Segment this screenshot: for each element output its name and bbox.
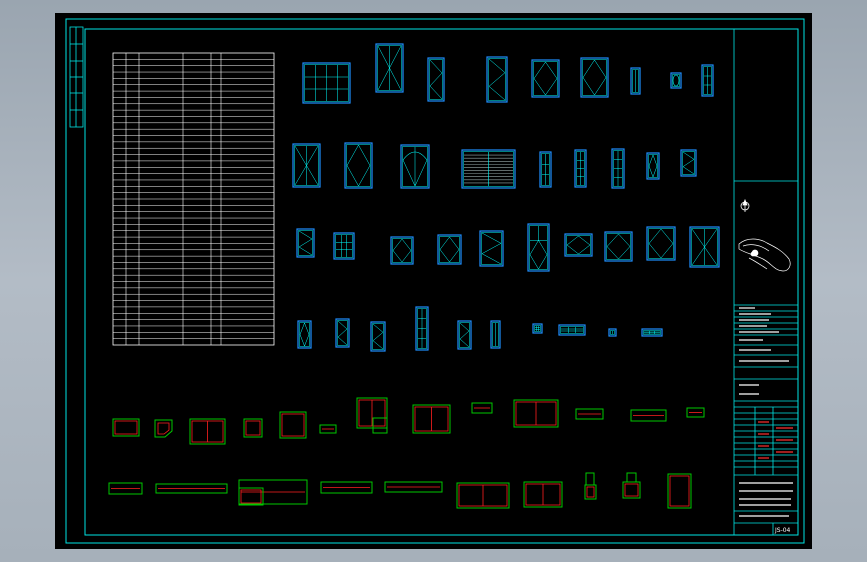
title-block-marks — [739, 307, 793, 517]
window-elevation — [531, 59, 560, 98]
window-plan — [513, 399, 559, 428]
window-elevation — [479, 230, 504, 267]
site-key-plan-icon — [738, 238, 791, 272]
window-elevation — [427, 57, 445, 102]
window-elevation — [604, 231, 633, 262]
window-elevation — [490, 320, 501, 349]
window-plan — [667, 473, 692, 509]
window-elevation — [558, 324, 586, 336]
window-elevation — [630, 67, 641, 95]
window-elevation — [486, 56, 508, 103]
window-elevation — [646, 226, 676, 261]
door-window-schedule — [112, 52, 275, 346]
window-plan — [575, 408, 604, 420]
window-elevation — [292, 143, 321, 188]
window-plan — [384, 481, 443, 493]
window-elevation — [680, 149, 697, 177]
window-plan — [238, 487, 264, 506]
window-elevation — [415, 306, 429, 351]
window-elevation — [532, 323, 543, 334]
window-plan — [154, 419, 173, 438]
window-elevation — [302, 62, 351, 104]
window-plan — [622, 481, 641, 499]
inner-frame — [84, 28, 799, 536]
window-elevation — [297, 320, 312, 349]
window-elevation — [564, 233, 593, 257]
window-elevation — [689, 226, 720, 268]
drawing-canvas[interactable]: JS-04 — [55, 13, 812, 549]
binding-margin — [69, 26, 84, 128]
window-plan — [456, 482, 510, 509]
window-plan — [155, 483, 228, 494]
window-elevation — [580, 57, 609, 98]
north-arrow-icon — [740, 198, 750, 212]
cad-viewport[interactable]: JS-04 — [0, 0, 867, 562]
title-block-stamps — [758, 421, 793, 459]
window-elevation — [296, 228, 315, 258]
window-plan — [112, 418, 140, 437]
window-plan — [630, 409, 667, 422]
window-elevation — [701, 64, 714, 97]
window-plan-detail — [157, 422, 170, 435]
window-plan — [320, 481, 373, 494]
window-plans — [108, 397, 705, 509]
window-elevation — [641, 328, 663, 337]
window-elevation — [574, 149, 587, 188]
window-elevation — [527, 223, 550, 272]
window-plan — [686, 407, 705, 418]
drawing-number: JS-04 — [774, 527, 791, 534]
window-elevation — [608, 328, 617, 337]
window-elevation — [611, 148, 625, 189]
window-plan — [523, 481, 563, 508]
window-plan — [626, 472, 637, 483]
window-elevation — [370, 321, 386, 352]
window-plan — [319, 424, 337, 434]
window-plan — [189, 418, 226, 445]
window-elevation — [461, 149, 516, 189]
window-plan — [412, 404, 451, 434]
window-elevation — [400, 144, 430, 189]
window-elevation — [437, 234, 462, 265]
window-plan — [585, 472, 595, 486]
window-elevation — [333, 232, 355, 260]
window-elevation — [457, 320, 472, 350]
window-plan — [238, 479, 308, 505]
window-elevation — [335, 318, 350, 348]
window-elevations — [292, 43, 720, 352]
window-elevation — [390, 236, 414, 265]
window-elevation — [344, 142, 373, 189]
window-elevation — [539, 151, 552, 188]
window-plan — [471, 402, 493, 414]
window-elevation — [646, 152, 660, 180]
window-elevation — [375, 43, 404, 93]
drawing-sheet[interactable]: JS-04 — [55, 13, 812, 549]
window-plan — [584, 484, 597, 500]
window-plan — [243, 418, 263, 438]
title-block — [733, 28, 799, 536]
window-plan — [279, 411, 307, 439]
window-elevation — [670, 72, 682, 89]
window-plan — [356, 397, 388, 429]
window-plan — [108, 482, 143, 495]
